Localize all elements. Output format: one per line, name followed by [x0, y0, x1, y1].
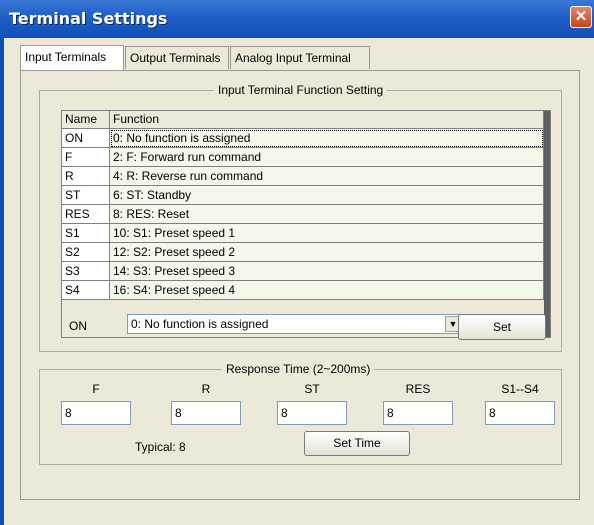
- table-row[interactable]: S1 10: S1: Preset speed 1: [62, 224, 544, 243]
- terminal-function-cell[interactable]: 8: RES: Reset: [110, 205, 544, 224]
- field-label-res: RES: [405, 382, 431, 396]
- table-row[interactable]: S3 14: S3: Preset speed 3: [62, 262, 544, 281]
- column-header-name[interactable]: Name: [62, 111, 110, 129]
- table-row[interactable]: ST 6: ST: Standby: [62, 186, 544, 205]
- table-row[interactable]: R 4: R: Reverse run command: [62, 167, 544, 186]
- table-row[interactable]: F 2: F: Forward run command: [62, 148, 544, 167]
- terminal-name-cell[interactable]: S1: [62, 224, 110, 243]
- terminal-name-cell[interactable]: ON: [62, 129, 110, 148]
- column-header-function[interactable]: Function: [110, 111, 544, 129]
- terminal-function-cell[interactable]: 6: ST: Standby: [110, 186, 544, 205]
- table-row[interactable]: ON 0: No function is assigned: [62, 129, 544, 148]
- response-time-st-input[interactable]: 8: [277, 401, 347, 425]
- field-label-r: R: [201, 382, 211, 396]
- tab-output-terminals[interactable]: Output Terminals: [125, 46, 229, 69]
- set-button[interactable]: Set: [458, 314, 546, 340]
- table-row[interactable]: S2 12: S2: Preset speed 2: [62, 243, 544, 262]
- function-dropdown-value: 0: No function is assigned: [131, 317, 269, 331]
- typical-label: Typical: 8: [135, 440, 186, 454]
- terminal-name-cell[interactable]: R: [62, 167, 110, 186]
- set-time-button[interactable]: Set Time: [304, 431, 410, 456]
- terminal-name-cell[interactable]: RES: [62, 205, 110, 224]
- response-time-res-input[interactable]: 8: [383, 401, 453, 425]
- close-icon[interactable]: ✕: [570, 6, 592, 28]
- response-time-s1-s4-input[interactable]: 8: [485, 401, 555, 425]
- table-row[interactable]: RES 8: RES: Reset: [62, 205, 544, 224]
- tab-input-terminals[interactable]: Input Terminals: [20, 45, 124, 70]
- terminal-name-cell[interactable]: ST: [62, 186, 110, 205]
- terminal-function-cell[interactable]: 14: S3: Preset speed 3: [110, 262, 544, 281]
- field-label-f: F: [92, 382, 100, 396]
- window-title: Terminal Settings: [9, 9, 168, 28]
- terminal-name-cell[interactable]: S3: [62, 262, 110, 281]
- terminal-function-grid[interactable]: Name Function ON 0: No function is assign…: [61, 110, 551, 338]
- terminal-function-cell[interactable]: 12: S2: Preset speed 2: [110, 243, 544, 262]
- terminal-function-cell[interactable]: 10: S1: Preset speed 1: [110, 224, 544, 243]
- terminal-name-cell[interactable]: F: [62, 148, 110, 167]
- terminal-function-cell[interactable]: 0: No function is assigned: [110, 129, 544, 148]
- terminal-function-cell[interactable]: 2: F: Forward run command: [110, 148, 544, 167]
- window-left-border: [0, 38, 4, 525]
- response-time-title: Response Time (2~200ms): [222, 362, 375, 376]
- field-label-st: ST: [304, 382, 320, 396]
- terminal-settings-window: Terminal Settings ✕ Input Terminals Outp…: [0, 0, 594, 525]
- response-time-r-input[interactable]: 8: [171, 401, 241, 425]
- selected-terminal-label: ON: [69, 319, 87, 333]
- terminal-name-cell[interactable]: S4: [62, 281, 110, 300]
- grid-header: Name Function: [62, 111, 544, 129]
- tab-analog-input-terminal[interactable]: Analog Input Terminal: [230, 46, 370, 69]
- grid-scrollbar[interactable]: [544, 111, 550, 337]
- response-time-f-input[interactable]: 8: [61, 401, 131, 425]
- terminal-name-cell[interactable]: S2: [62, 243, 110, 262]
- table-row[interactable]: S4 16: S4: Preset speed 4: [62, 281, 544, 300]
- field-label-s1-s4: S1--S4: [501, 382, 539, 396]
- title-bar[interactable]: Terminal Settings ✕: [0, 0, 594, 38]
- terminal-function-cell[interactable]: 4: R: Reverse run command: [110, 167, 544, 186]
- function-setting-title: Input Terminal Function Setting: [214, 83, 388, 97]
- input-terminals-panel: Input Terminal Function Setting Name Fun…: [20, 70, 580, 500]
- terminal-function-cell[interactable]: 16: S4: Preset speed 4: [110, 281, 544, 300]
- function-dropdown[interactable]: 0: No function is assigned ▼: [127, 314, 463, 334]
